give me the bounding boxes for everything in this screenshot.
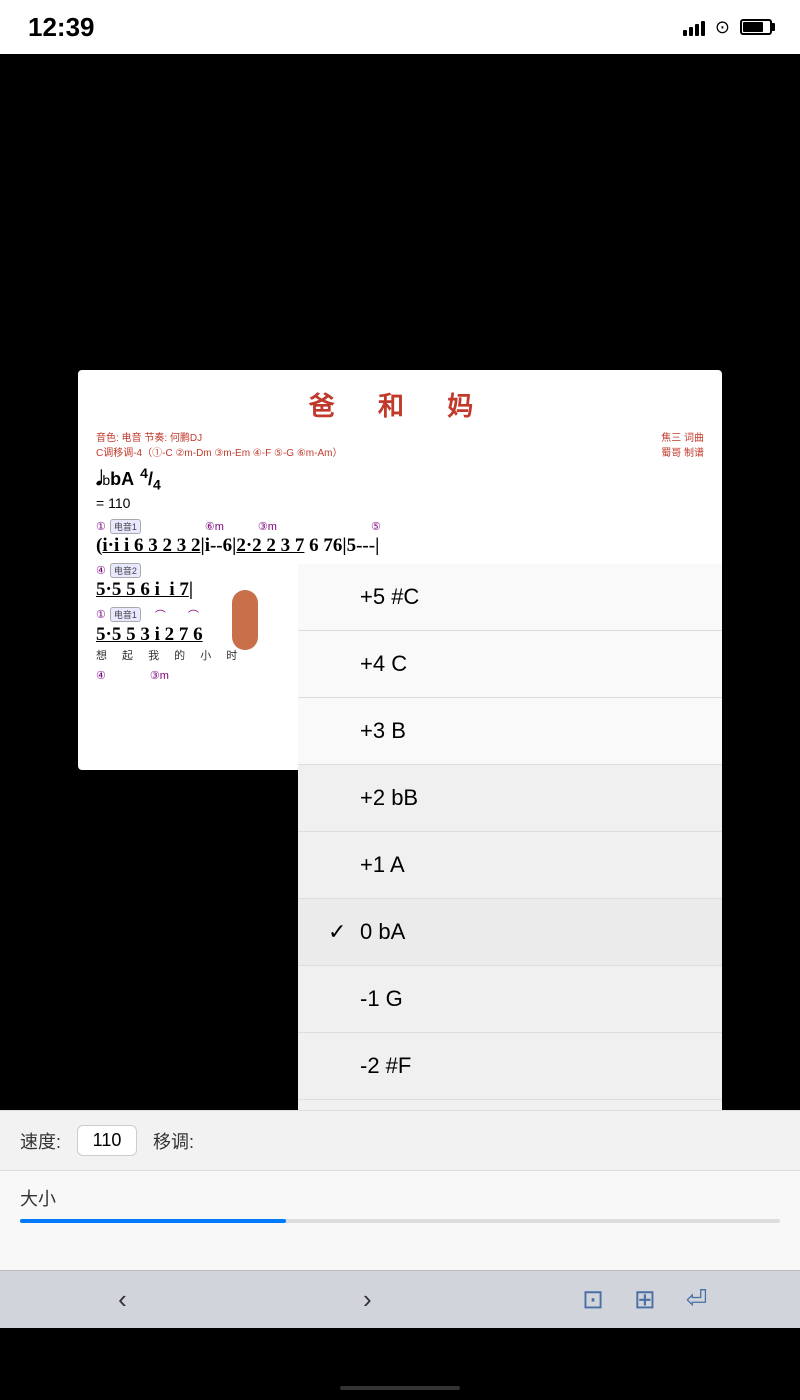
- dropdown-label: +4 C: [360, 651, 407, 677]
- dropdown-item-5c[interactable]: +5 #C: [298, 564, 722, 631]
- dropdown-item-0ba[interactable]: ✓ 0 bA: [298, 899, 722, 966]
- dropdown-label: +1 A: [360, 852, 405, 878]
- key-info: 𝅘𝅥 b bA 4/4 = 110: [96, 465, 704, 511]
- dropdown-item-4c[interactable]: +4 C: [298, 631, 722, 698]
- score-meta: 音色: 电音 节奏: 何鹏DJ C调移调-4（①-C ②m-Dm ③m-Em ④…: [96, 431, 704, 461]
- dropdown-item-m2f[interactable]: -2 #F: [298, 1033, 722, 1100]
- dropdown-label: +2 bB: [360, 785, 418, 811]
- next-arrow-icon: ›: [363, 1284, 372, 1315]
- size-label: 大小: [20, 1185, 780, 1211]
- slider-fill: [20, 1219, 286, 1223]
- speed-input[interactable]: [77, 1125, 137, 1156]
- prev-arrow-icon: ‹: [118, 1284, 127, 1315]
- signal-icon: [683, 18, 705, 36]
- dropdown-item-1a[interactable]: +1 A: [298, 832, 722, 899]
- wifi-icon: ⊙: [715, 17, 730, 38]
- dropdown-label: +3 B: [360, 718, 406, 744]
- chord-row-1: ① 电音1 ⑥m ③m ⑤: [96, 519, 704, 534]
- dropdown-label: -1 G: [360, 986, 403, 1012]
- dropdown-label: +5 #C: [360, 584, 419, 610]
- scroll-handle[interactable]: [232, 590, 258, 650]
- key-letter: bA: [110, 469, 134, 490]
- background-area: [0, 54, 800, 374]
- size-slider[interactable]: [20, 1219, 780, 1223]
- transpose-label: 移调:: [153, 1128, 194, 1154]
- dropdown-item-2bb[interactable]: +2 bB: [298, 765, 722, 832]
- score-meta-right: 焦三 词曲 蜀哥 制谱: [661, 431, 704, 461]
- status-bar: 12:39 ⊙: [0, 0, 800, 54]
- dropdown-label: -2 #F: [360, 1053, 411, 1079]
- battery-icon: [740, 19, 772, 35]
- prev-button[interactable]: ‹: [92, 1280, 152, 1320]
- score-line-1: ① 电音1 ⑥m ③m ⑤ ( i·i i 6 3 2 3 2 |i--6| 2…: [96, 519, 704, 557]
- notes-row-1: ( i·i i 6 3 2 3 2 |i--6| 2·2 2 3 7 6 76|…: [96, 535, 704, 557]
- speed-label: 速度:: [20, 1128, 61, 1154]
- keyboard-toolbar: ‹ › ⊡ ⊞ ⏎: [0, 1270, 800, 1328]
- time-sig: 4/4: [140, 465, 161, 493]
- home-indicator: [340, 1386, 460, 1390]
- dropdown-label: 0 bA: [360, 919, 405, 945]
- bottom-controls: 速度: 移调:: [0, 1110, 800, 1170]
- nav-icons: ⊡ ⊞ ⏎: [582, 1284, 707, 1315]
- next-button[interactable]: ›: [337, 1280, 397, 1320]
- book-icon[interactable]: ⊡: [582, 1284, 604, 1315]
- flat-symbol: b: [102, 472, 110, 488]
- bookmark-icon[interactable]: ⊞: [634, 1284, 656, 1315]
- score-title: 爸 和 妈: [96, 386, 704, 423]
- return-icon[interactable]: ⏎: [686, 1284, 708, 1315]
- dropdown-item-m1g[interactable]: -1 G: [298, 966, 722, 1033]
- dropdown-item-3b[interactable]: +3 B: [298, 698, 722, 765]
- tempo: = 110: [96, 495, 161, 511]
- status-time: 12:39: [28, 12, 95, 43]
- status-icons: ⊙: [683, 17, 772, 38]
- score-meta-left: 音色: 电音 节奏: 何鹏DJ C调移调-4（①-C ②m-Dm ③m-Em ④…: [96, 431, 342, 461]
- size-controls: 大小: [0, 1170, 800, 1270]
